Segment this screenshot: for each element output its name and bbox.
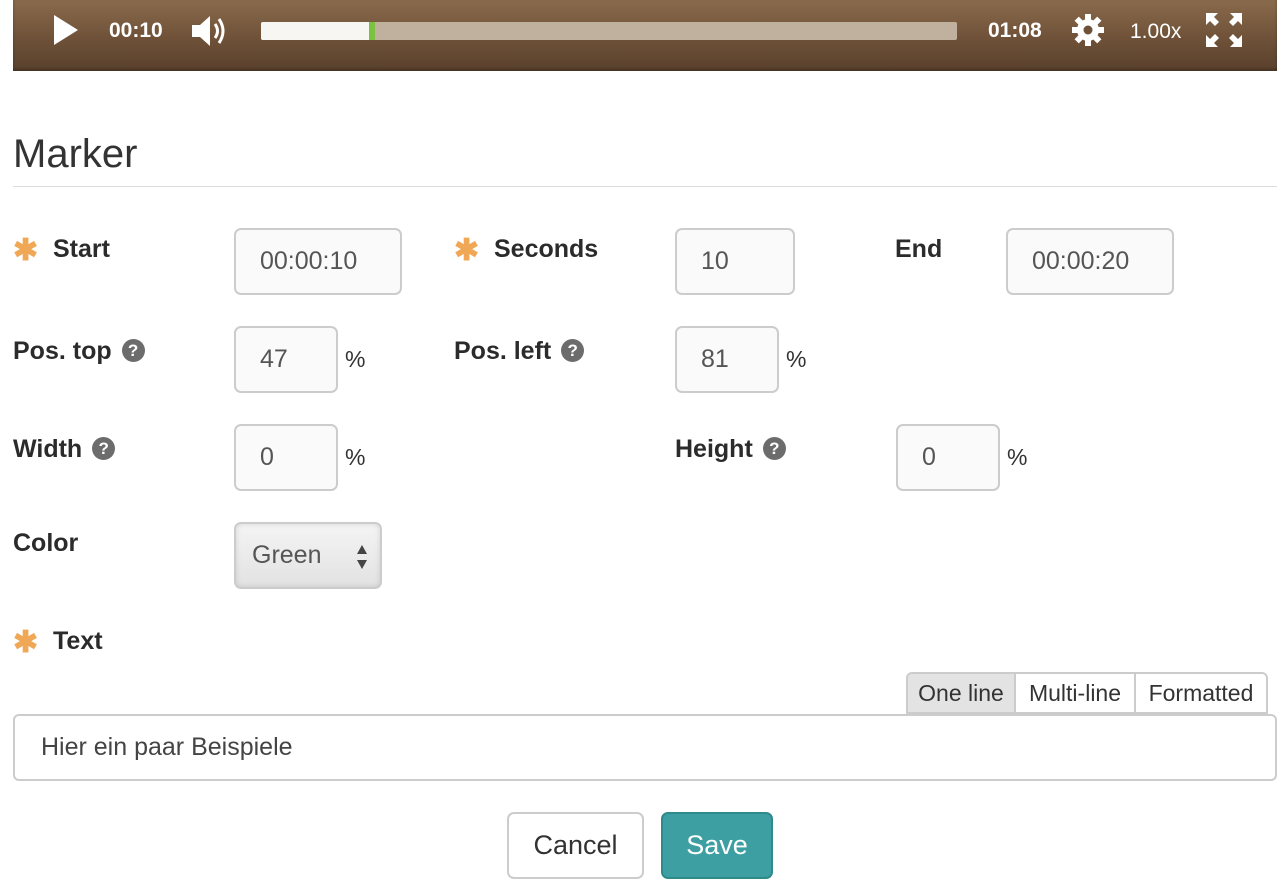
required-icon: ✱: [13, 234, 39, 267]
color-select[interactable]: Green: [234, 522, 382, 589]
required-icon: ✱: [13, 626, 39, 659]
progress-played: [261, 22, 369, 40]
pos-top-label: Pos. top?: [13, 336, 145, 366]
end-label: End: [895, 235, 943, 263]
pos-left-label: Pos. left?: [454, 336, 585, 366]
current-time: 00:10: [109, 19, 163, 42]
pos-left-unit: %: [786, 346, 807, 372]
fullscreen-icon[interactable]: [1205, 12, 1243, 48]
help-icon[interactable]: ?: [121, 338, 145, 362]
playback-rate[interactable]: 1.00x: [1130, 20, 1181, 44]
text-input[interactable]: Hier ein paar Beispiele: [13, 714, 1277, 781]
width-input[interactable]: 0: [234, 424, 338, 491]
playhead[interactable]: [368, 22, 375, 40]
height-label-text: Height: [675, 435, 753, 463]
seconds-input[interactable]: 10: [675, 228, 795, 295]
required-icon: ✱: [454, 234, 480, 267]
start-label: Start: [53, 235, 110, 263]
color-label: Color: [13, 529, 79, 557]
volume-icon[interactable]: [190, 14, 228, 48]
pos-top-label-text: Pos. top: [13, 337, 112, 365]
save-button[interactable]: Save: [661, 812, 773, 879]
tab-formatted[interactable]: Formatted: [1134, 672, 1268, 714]
pos-left-input[interactable]: 81: [675, 326, 779, 393]
width-unit: %: [345, 444, 366, 470]
width-label-text: Width: [13, 435, 83, 463]
end-input[interactable]: 00:00:20: [1006, 228, 1174, 295]
help-icon[interactable]: ?: [762, 436, 786, 460]
help-icon[interactable]: ?: [561, 338, 585, 362]
color-select-value: Green: [252, 541, 322, 569]
pos-top-input[interactable]: 47: [234, 326, 338, 393]
tab-multi-line[interactable]: Multi-line: [1014, 672, 1136, 714]
height-unit: %: [1007, 444, 1028, 470]
width-label: Width?: [13, 434, 116, 464]
cancel-button[interactable]: Cancel: [507, 812, 644, 879]
pos-left-label-text: Pos. left: [454, 337, 552, 365]
tab-one-line[interactable]: One line: [906, 672, 1016, 714]
pos-top-unit: %: [345, 346, 366, 372]
duration: 01:08: [988, 19, 1042, 42]
section-title: Marker: [13, 132, 138, 176]
gear-icon[interactable]: [1071, 13, 1105, 47]
help-icon[interactable]: ?: [92, 436, 116, 460]
section-divider: [13, 186, 1277, 187]
text-label: Text: [53, 627, 103, 655]
video-control-bar: 00:10 01:08 1.00x: [13, 0, 1277, 71]
select-arrows-icon: [357, 545, 367, 569]
progress-bar[interactable]: [261, 22, 957, 40]
start-input[interactable]: 00:00:10: [234, 228, 402, 295]
seconds-label: Seconds: [494, 235, 599, 263]
height-input[interactable]: 0: [896, 424, 1000, 491]
height-label: Height?: [675, 434, 786, 464]
play-icon[interactable]: [52, 14, 80, 46]
